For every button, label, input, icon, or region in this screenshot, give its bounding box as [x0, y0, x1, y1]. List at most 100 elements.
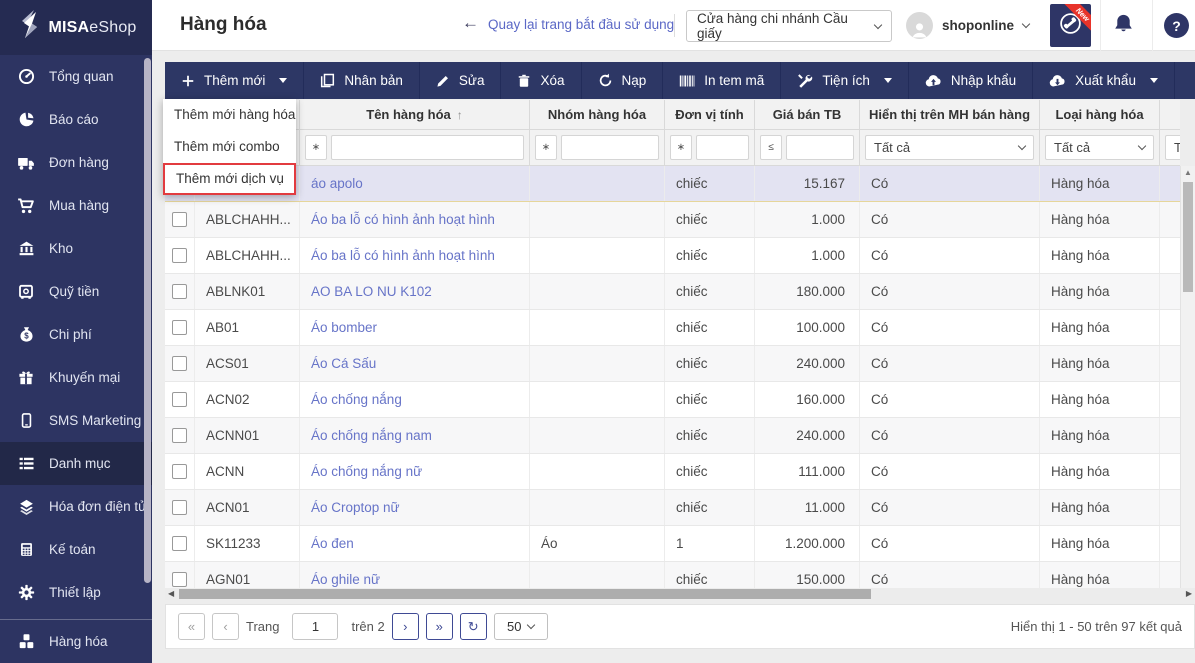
toolbar-button-them-moi[interactable]: Thêm mới: [165, 62, 305, 99]
vertical-scrollbar[interactable]: ▲ ▼: [1180, 166, 1195, 600]
product-name-link[interactable]: Áo chống nắng nam: [300, 418, 530, 453]
column-header-ten-hang-hoa[interactable]: Tên hàng hóa ↑: [300, 100, 530, 129]
filter-input[interactable]: [786, 135, 854, 160]
sidebar-scrollbar[interactable]: [144, 58, 151, 583]
column-header-gia-ban-tb[interactable]: Giá bán TB: [755, 100, 860, 129]
column-header-loai-hang-hoa[interactable]: Loại hàng hóa: [1040, 100, 1160, 129]
prev-page-button[interactable]: ‹: [212, 613, 239, 640]
filter-select[interactable]: Tất cả: [1165, 135, 1180, 160]
sidebar-item-chi-phi[interactable]: $ Chi phí: [0, 313, 152, 356]
product-name-link[interactable]: Áo Croptop nữ: [300, 490, 530, 525]
filter-operator-button[interactable]: ∗: [670, 135, 692, 160]
menu-item-them-moi-combo[interactable]: Thêm mới combo: [163, 131, 296, 163]
table-row[interactable]: ACN02 Áo chống nắng chiếc 160.000 Có Hàng hóa: [165, 382, 1180, 418]
help-button[interactable]: ?: [1164, 13, 1189, 38]
table-row[interactable]: ACS01 Áo Cá Sấu chiếc 240.000 Có Hàng hóa: [165, 346, 1180, 382]
sidebar-item-don-hang[interactable]: Đơn hàng: [0, 141, 152, 184]
store-selector[interactable]: Cửa hàng chi nhánh Cầu giấy: [686, 10, 892, 42]
row-checkbox[interactable]: [172, 572, 187, 587]
table-row[interactable]: ACNN Áo chống nắng nữ chiếc 111.000 Có Hàng h…: [165, 454, 1180, 490]
column-header-c[interactable]: C: [1160, 100, 1181, 129]
menu-item-them-moi-hang-hoa[interactable]: Thêm mới hàng hóa: [163, 99, 296, 131]
table-row[interactable]: ABLNK01 AO BA LO NU K102 chiếc 180.000 Có Hàn…: [165, 274, 1180, 310]
table-row[interactable]: ACNN01 Áo chống nắng nam chiếc 240.000 Có Hàn…: [165, 418, 1180, 454]
sidebar-item-khuyen-mai[interactable]: Khuyến mại: [0, 356, 152, 399]
next-page-button[interactable]: ›: [391, 613, 419, 640]
row-checkbox[interactable]: [172, 320, 187, 335]
product-name-link[interactable]: Áo đen: [300, 526, 530, 561]
row-checkbox[interactable]: [172, 500, 187, 515]
sidebar-item-sms-marketing[interactable]: SMS Marketing: [0, 399, 152, 442]
hotline-button[interactable]: New: [1050, 4, 1091, 47]
product-name-link[interactable]: Áo chống nắng nữ: [300, 454, 530, 489]
table-row[interactable]: ABLCHAHH... Áo ba lỗ có hình ảnh hoạt hìn…: [165, 202, 1180, 238]
row-checkbox[interactable]: [172, 464, 187, 479]
back-arrow-icon[interactable]: ←: [462, 13, 479, 33]
table-row[interactable]: ABLCHAHH... Áo ba lỗ có hình ảnh hoạt hìn…: [165, 238, 1180, 274]
sidebar-item-quy-tien[interactable]: Quỹ tiền: [0, 270, 152, 313]
sidebar-item-thiet-lap[interactable]: Thiết lập: [0, 571, 152, 614]
toolbar-button-nhap-khau[interactable]: Nhập khẩu: [909, 62, 1034, 99]
column-header-hien-thi-tren-mh-ban-hang[interactable]: Hiển thị trên MH bán hàng: [860, 100, 1040, 129]
toolbar-button-xuat-khau[interactable]: Xuất khẩu: [1033, 62, 1175, 99]
sidebar-item-danh-muc[interactable]: Danh mục: [0, 442, 152, 485]
filter-select[interactable]: Tất cả: [1045, 135, 1154, 160]
product-name-link[interactable]: Áo chống nắng: [300, 382, 530, 417]
horizontal-scrollbar-thumb[interactable]: [179, 589, 871, 599]
notification-bell-icon[interactable]: [1112, 13, 1135, 41]
vertical-scrollbar-thumb[interactable]: [1183, 182, 1193, 292]
row-checkbox[interactable]: [172, 428, 187, 443]
filter-operator-button[interactable]: ∗: [305, 135, 327, 160]
first-page-button[interactable]: «: [178, 613, 205, 640]
page-number-input[interactable]: [292, 613, 339, 640]
product-name-link[interactable]: Áo bomber: [300, 310, 530, 345]
row-checkbox[interactable]: [172, 248, 187, 263]
sidebar-item-tong-quan[interactable]: Tổng quan: [0, 55, 152, 98]
filter-input[interactable]: [561, 135, 659, 160]
table-row[interactable]: AB01 Áo bomber chiếc 100.000 Có Hàng hóa: [165, 310, 1180, 346]
product-name-link[interactable]: áo apolo: [300, 166, 530, 201]
toolbar-button-xoa[interactable]: Xóa: [501, 62, 582, 99]
sort-asc-icon[interactable]: ↑: [457, 108, 463, 122]
table-row[interactable]: áo apolo chiếc 15.167 Có Hàng hóa: [165, 166, 1180, 202]
sidebar-item-bao-cao[interactable]: Báo cáo: [0, 98, 152, 141]
row-checkbox[interactable]: [172, 392, 187, 407]
scroll-left-icon[interactable]: ◀: [168, 589, 174, 598]
product-name-link[interactable]: Áo Cá Sấu: [300, 346, 530, 381]
row-checkbox[interactable]: [172, 356, 187, 371]
sidebar-item-hoa-don-dien-tu[interactable]: Hóa đơn điện tử: [0, 485, 152, 528]
scroll-up-icon[interactable]: ▲: [1181, 168, 1195, 177]
sidebar-item-hang-hoa[interactable]: Hàng hóa: [0, 620, 152, 663]
sidebar-item-mua-hang[interactable]: Mua hàng: [0, 184, 152, 227]
toolbar-button-nhan-ban[interactable]: Nhân bản: [304, 62, 420, 99]
table-row[interactable]: SK11233 Áo đen Áo 1 1.200.000 Có Hàng hóa: [165, 526, 1180, 562]
column-header-don-vi-tinh[interactable]: Đơn vị tính: [665, 100, 755, 129]
toolbar-button-in-tem-ma[interactable]: In tem mã: [663, 62, 782, 99]
table-row[interactable]: ACN01 Áo Croptop nữ chiếc 11.000 Có Hàng hóa: [165, 490, 1180, 526]
toolbar-button-nap[interactable]: Nạp: [582, 62, 664, 99]
filter-input[interactable]: [331, 135, 524, 160]
filter-select[interactable]: Tất cả: [865, 135, 1034, 160]
filter-operator-button[interactable]: ≤: [760, 135, 782, 160]
scroll-right-icon[interactable]: ▶: [1186, 589, 1192, 598]
menu-item-them-moi-dich-vu[interactable]: Thêm mới dịch vụ: [163, 163, 296, 195]
toolbar-button-sua[interactable]: Sửa: [420, 62, 502, 99]
sidebar-item-kho[interactable]: Kho: [0, 227, 152, 270]
row-checkbox[interactable]: [172, 284, 187, 299]
product-name-link[interactable]: Áo ba lỗ có hình ảnh hoạt hình: [300, 238, 530, 273]
horizontal-scrollbar[interactable]: ◀ ▶: [165, 588, 1195, 600]
filter-operator-button[interactable]: ∗: [535, 135, 557, 160]
page-size-select[interactable]: 50: [493, 613, 548, 640]
last-page-button[interactable]: »: [425, 613, 453, 640]
filter-input[interactable]: [696, 135, 749, 160]
row-checkbox[interactable]: [172, 212, 187, 227]
toolbar-button-tien-ich[interactable]: Tiện ích: [781, 62, 909, 99]
user-menu[interactable]: shoponline: [906, 12, 1031, 39]
reload-button[interactable]: ↻: [459, 613, 487, 640]
product-name-link[interactable]: AO BA LO NU K102: [300, 274, 530, 309]
row-checkbox[interactable]: [172, 536, 187, 551]
sidebar-item-ke-toan[interactable]: Kế toán: [0, 528, 152, 571]
column-header-nhom-hang-hoa[interactable]: Nhóm hàng hóa: [530, 100, 665, 129]
product-name-link[interactable]: Áo ba lỗ có hình ảnh hoạt hình: [300, 202, 530, 237]
back-to-start-link[interactable]: Quay lại trang bắt đầu sử dụng: [488, 17, 674, 32]
